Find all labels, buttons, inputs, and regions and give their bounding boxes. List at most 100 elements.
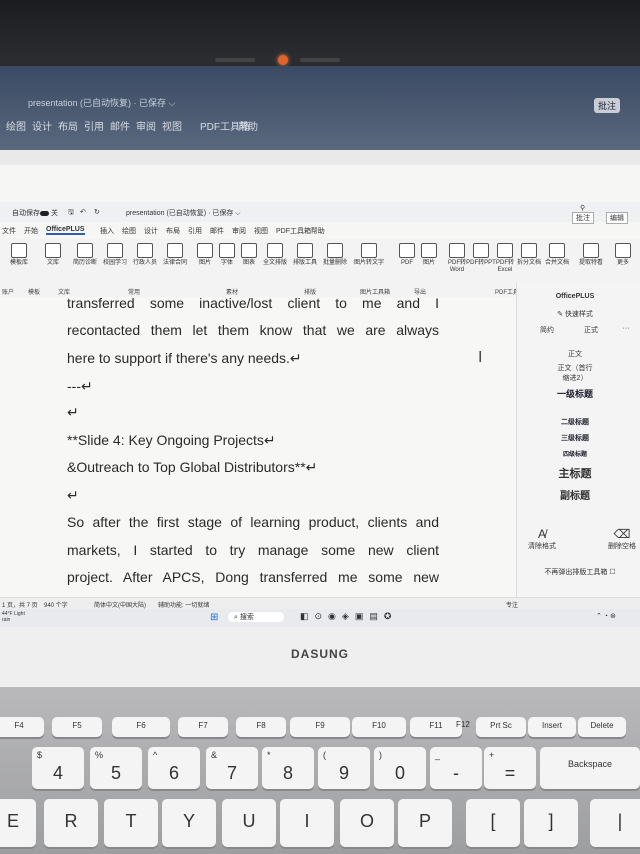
taskbar-app-icons[interactable]: ◧⊙◉◈▣▤✪ <box>300 611 397 622</box>
ribbon-button[interactable]: 图片 <box>414 243 444 267</box>
ribbon-button[interactable]: 拆分文档 <box>514 243 544 267</box>
laptop-tab: 视图 <box>162 122 182 133</box>
letter-key[interactable]: U <box>222 799 276 847</box>
document-line: project. After APCS, Dong transferred me… <box>67 569 439 585</box>
tab-2[interactable]: OfficePLUS <box>46 226 85 235</box>
redo-icon[interactable]: ↻ <box>94 208 100 216</box>
tab-6[interactable]: 布局 <box>166 226 180 236</box>
tray-icons[interactable]: ⌃ ◔ ⊛ <box>596 612 616 620</box>
function-key[interactable]: Insert <box>528 717 576 737</box>
function-key[interactable]: F8 <box>236 717 286 737</box>
letter-key[interactable]: R <box>44 799 98 847</box>
number-key[interactable]: * 8 <box>262 747 314 789</box>
number-key[interactable]: ) 0 <box>374 747 426 789</box>
start-icon[interactable]: ⊞ <box>210 612 218 623</box>
function-key[interactable]: F6 <box>112 717 170 737</box>
tab-4[interactable]: 绘图 <box>122 226 136 236</box>
tab-11[interactable]: PDF工具箱 <box>276 226 311 236</box>
save-icon[interactable]: 🖫 <box>68 208 74 219</box>
number-key[interactable]: % 5 <box>90 747 142 789</box>
ribbon-button[interactable]: 提取特看 <box>576 243 606 267</box>
undo-icon[interactable]: ↶ <box>80 208 86 216</box>
letter-key[interactable]: O <box>340 799 394 847</box>
number-key[interactable]: _ - <box>430 747 482 789</box>
ribbon-button[interactable]: 全文排版 <box>260 243 290 267</box>
tab-1[interactable]: 开始 <box>24 226 38 236</box>
ribbon-button[interactable]: 行政人员 <box>130 243 160 267</box>
number-key[interactable]: Backspace <box>540 747 640 789</box>
page-count[interactable]: 1 页，共 7 页 <box>2 600 38 609</box>
word-count[interactable]: 940 个字 <box>44 600 68 609</box>
style-formal[interactable]: 正式 <box>571 325 611 335</box>
tab-3[interactable]: 插入 <box>100 226 114 236</box>
ribbon-button-icon <box>297 243 313 258</box>
style-entry[interactable]: 正文（首行缩进2） <box>555 363 595 383</box>
ribbon-button[interactable]: 排版工具 <box>290 243 320 267</box>
tab-12[interactable]: 帮助 <box>311 226 325 236</box>
letter-key[interactable]: I <box>280 799 334 847</box>
taskbar-search[interactable]: ⌕ 搜索 <box>228 612 284 622</box>
edit-mode-button[interactable]: 编辑 <box>606 212 628 224</box>
letter-key[interactable]: E <box>0 799 36 847</box>
style-entry[interactable]: 二级标题 <box>535 417 615 427</box>
letter-key[interactable]: ] <box>524 799 578 847</box>
function-key[interactable]: F7 <box>178 717 228 737</box>
number-key[interactable]: (9 <box>318 747 370 789</box>
tab-5[interactable]: 设计 <box>144 226 158 236</box>
laptop-comment-button[interactable]: 批注 <box>594 98 621 113</box>
letter-key[interactable]: P <box>398 799 452 847</box>
function-key[interactable]: F5 <box>52 717 102 737</box>
ribbon-button[interactable]: 模板库 <box>4 243 34 267</box>
function-key[interactable]: F4 <box>0 717 44 737</box>
letter-key[interactable]: | <box>590 799 640 847</box>
function-key[interactable]: F11 <box>410 717 462 737</box>
tab-0[interactable]: 文件 <box>2 226 16 236</box>
ribbon-button[interactable]: 合并文档 <box>542 243 572 267</box>
style-entry[interactable]: 主标题 <box>535 465 615 481</box>
style-entry[interactable]: 四级标题 <box>535 449 615 458</box>
accessibility-status[interactable]: 辅助功能: 一切就绪 <box>158 600 209 609</box>
ribbon-button[interactable]: 图片转文字 <box>354 243 384 267</box>
number-key[interactable]: + = <box>484 747 536 789</box>
function-key[interactable]: F9 <box>290 717 350 737</box>
tab-9[interactable]: 审阅 <box>232 226 246 236</box>
ribbon-button[interactable]: 更多 <box>608 243 638 267</box>
language-status[interactable]: 简体中文(中国大陆) <box>94 600 146 609</box>
style-entry[interactable]: 正文 <box>535 349 615 359</box>
letter-key[interactable]: T <box>104 799 158 847</box>
function-key[interactable]: Delete <box>578 717 626 737</box>
style-entry[interactable]: 副标题 <box>535 487 615 502</box>
quick-style-button[interactable]: ✎ 快速样式 <box>535 309 615 319</box>
ribbon-button-icon <box>615 243 631 258</box>
ribbon-button[interactable]: 文库 <box>38 243 68 267</box>
ribbon-button[interactable]: 校园学习 <box>100 243 130 267</box>
no-show-checkbox[interactable]: 不再弹出排版工具箱 ☐ <box>525 567 635 577</box>
letter-key[interactable]: [ <box>466 799 520 847</box>
clear-format-button[interactable]: A̸ 清除格式 <box>517 527 567 551</box>
pane-more[interactable]: ··· <box>619 325 633 332</box>
word-titlebar: 自动保存 关 🖫 ↶ ↻ presentation (已自动恢复) · 已保存 … <box>0 202 640 254</box>
number-key[interactable]: ^ 6 <box>148 747 200 789</box>
letter-key[interactable]: Y <box>162 799 216 847</box>
focus-mode-button[interactable]: 专注 <box>506 600 518 609</box>
tab-8[interactable]: 邮件 <box>210 226 224 236</box>
comment-button[interactable]: 批注 <box>572 212 594 224</box>
style-simple[interactable]: 简约 <box>527 325 567 335</box>
function-key[interactable]: F10 <box>352 717 406 737</box>
ribbon-button[interactable]: 法律合同 <box>160 243 190 267</box>
function-key[interactable]: Prt Sc <box>476 717 526 737</box>
number-key[interactable]: $4 <box>32 747 84 789</box>
tab-10[interactable]: 视图 <box>254 226 268 236</box>
weather-widget[interactable]: 44°F Light rain <box>2 611 32 623</box>
style-entry[interactable]: 三级标题 <box>535 433 615 443</box>
account-icon[interactable]: ⚲ <box>580 204 585 212</box>
delete-blank-button[interactable]: ⌫ 删除空格 <box>597 527 640 551</box>
document-title: presentation (已自动恢复) · 已保存 ⌵ <box>126 210 241 217</box>
autosave-toggle[interactable]: 关 <box>40 208 58 218</box>
style-entry[interactable]: 一级标题 <box>555 387 595 400</box>
tab-7[interactable]: 引用 <box>188 226 202 236</box>
document-canvas[interactable]: transferred some inactive/lost client to… <box>0 295 516 597</box>
ribbon-button[interactable]: 简历诊断 <box>70 243 100 267</box>
ribbon-button[interactable]: 批量删除 <box>320 243 350 267</box>
number-key[interactable]: & 7 <box>206 747 258 789</box>
